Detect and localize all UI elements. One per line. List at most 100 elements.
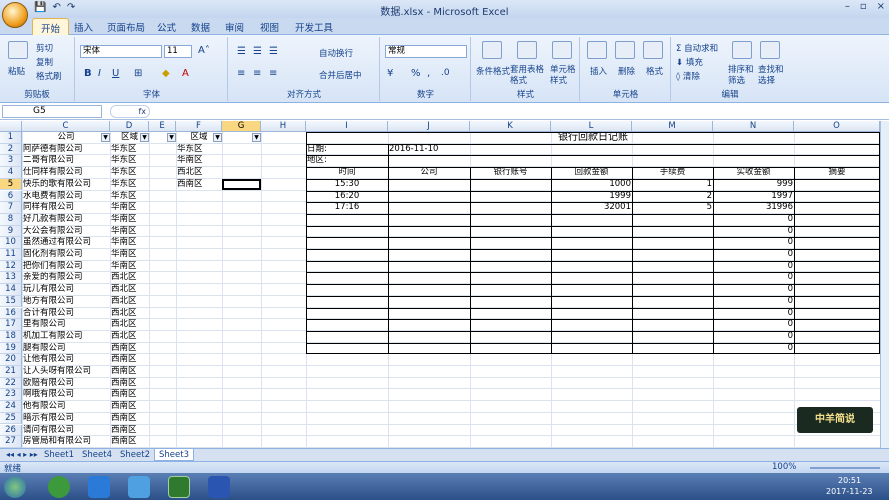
row-header-22[interactable]: 22	[0, 377, 22, 390]
cell[interactable]: 地方有限公司	[22, 296, 110, 308]
cell[interactable]: 大公会有限公司	[22, 226, 110, 238]
cell[interactable]: 西北区	[176, 167, 222, 179]
cell-style-button[interactable]: 单元格样式	[550, 65, 576, 87]
cell[interactable]: 阿萨德有限公司	[22, 144, 110, 156]
cell[interactable]: 欧赔有限公司	[22, 378, 110, 390]
column-header-g[interactable]: G	[222, 121, 261, 132]
row-header-18[interactable]: 18	[0, 330, 22, 343]
tab-developer[interactable]: 开发工具	[295, 20, 333, 34]
cell[interactable]: 西北区	[110, 272, 149, 284]
row-header-20[interactable]: 20	[0, 354, 22, 366]
cell[interactable]: 西北区	[110, 319, 149, 331]
tab-review[interactable]: 审阅	[225, 20, 244, 34]
italic-button[interactable]: I	[98, 68, 101, 79]
column-header-k[interactable]: K	[470, 121, 551, 132]
cell[interactable]: 二哥有限公司	[22, 155, 110, 167]
column-header-f[interactable]: F	[176, 121, 222, 132]
cell[interactable]: 水电费有限公司	[22, 191, 110, 203]
find-select-button[interactable]: 查找和选择	[758, 65, 786, 87]
word-taskbar-icon[interactable]	[208, 476, 230, 498]
table-format-icon[interactable]	[517, 41, 537, 59]
row-header-13[interactable]: 13	[0, 272, 22, 285]
copy-button[interactable]: 复制	[36, 56, 53, 68]
align-bottom-icon[interactable]: ☰	[269, 46, 278, 57]
cell[interactable]: 房管局和有限公司	[22, 436, 110, 448]
tab-layout[interactable]: 页面布局	[107, 20, 145, 34]
office-button[interactable]	[2, 2, 28, 28]
row-header-24[interactable]: 24	[0, 401, 22, 413]
row-header-8[interactable]: 8	[0, 213, 22, 226]
sheet-tab-3[interactable]: Sheet3	[154, 449, 194, 461]
cell[interactable]: 西北区	[110, 308, 149, 320]
insert-cells-icon[interactable]	[587, 41, 607, 59]
row-header-9[interactable]: 9	[0, 225, 22, 238]
cell[interactable]: 玩儿有限公司	[22, 284, 110, 296]
close-button[interactable]: ×	[877, 1, 885, 12]
column-header-l[interactable]: L	[551, 121, 632, 132]
border-icon[interactable]: ⊞	[134, 68, 142, 79]
conditional-format-icon[interactable]	[482, 41, 502, 59]
row-header-7[interactable]: 7	[0, 202, 22, 214]
row-header-19[interactable]: 19	[0, 342, 22, 355]
tab-insert[interactable]: 插入	[74, 20, 93, 34]
insert-function-button[interactable]: fx	[110, 105, 150, 118]
fill-button[interactable]: ⬇ 填充	[676, 56, 703, 68]
cell[interactable]: 华南区	[110, 214, 149, 226]
cell[interactable]: 西南区	[110, 425, 149, 437]
column-header-c[interactable]: C	[22, 121, 110, 132]
sort-filter-button[interactable]: 排序和筛选	[728, 65, 756, 87]
cell[interactable]: 西北区	[110, 284, 149, 296]
cell[interactable]: 好几款有限公司	[22, 214, 110, 226]
cell[interactable]: 华南区	[110, 249, 149, 261]
cell[interactable]: 亲爱的有限公司	[22, 272, 110, 284]
tab-view[interactable]: 视图	[260, 20, 279, 34]
row-header-26[interactable]: 26	[0, 424, 22, 437]
cell[interactable]: 里有限公司	[22, 319, 110, 331]
decimal-icon[interactable]: .0	[441, 68, 450, 78]
vertical-scrollbar[interactable]	[880, 121, 889, 448]
bold-button[interactable]: B	[84, 68, 92, 79]
cell[interactable]: 华东区	[110, 155, 149, 167]
cell[interactable]: 西南区	[110, 401, 149, 413]
zoom-slider[interactable]	[810, 467, 880, 469]
cell[interactable]: 华东区	[176, 144, 222, 156]
minimize-button[interactable]: –	[845, 1, 850, 12]
browser-icon[interactable]	[48, 476, 70, 498]
name-box[interactable]: G5	[2, 105, 102, 118]
cell[interactable]: 华南区	[110, 261, 149, 273]
cell[interactable]: 西南区	[110, 343, 149, 355]
cell[interactable]: 同样有限公司	[22, 202, 110, 214]
paste-icon[interactable]	[8, 41, 28, 59]
cell[interactable]: 西南区	[110, 389, 149, 401]
wrap-text-button[interactable]: 自动换行	[319, 47, 353, 59]
comma-icon[interactable]: ,	[427, 68, 430, 79]
cell[interactable]: 啊哦有限公司	[22, 389, 110, 401]
row-header-23[interactable]: 23	[0, 389, 22, 402]
cell[interactable]: 合计有限公司	[22, 308, 110, 320]
tab-home[interactable]: 开始	[32, 18, 70, 35]
column-header-h[interactable]: H	[261, 121, 306, 132]
formula-input[interactable]	[156, 105, 876, 118]
cut-button[interactable]: 剪切	[36, 42, 53, 54]
sheet-nav-icon[interactable]: ◂◂ ◂ ▸ ▸▸	[2, 449, 42, 461]
align-middle-icon[interactable]: ☰	[253, 46, 262, 57]
row-header-16[interactable]: 16	[0, 307, 22, 320]
cell[interactable]: 暗示有限公司	[22, 413, 110, 425]
align-top-icon[interactable]: ☰	[237, 46, 246, 57]
cell[interactable]: 请问有限公司	[22, 425, 110, 437]
row-header-12[interactable]: 12	[0, 260, 22, 273]
row-header-10[interactable]: 10	[0, 237, 22, 249]
row-header-6[interactable]: 6	[0, 190, 22, 203]
cell[interactable]: 公司	[22, 132, 110, 144]
cell[interactable]: 他有限公司	[22, 401, 110, 413]
cell[interactable]: 西南区	[110, 413, 149, 425]
column-header-j[interactable]: J	[388, 121, 470, 132]
cell[interactable]: 西南区	[110, 354, 149, 366]
cell[interactable]: 华东区	[110, 191, 149, 203]
insert-button[interactable]: 插入	[590, 65, 607, 77]
number-format-select[interactable]: 常规	[385, 45, 467, 58]
row-header-14[interactable]: 14	[0, 284, 22, 296]
start-button-icon[interactable]	[4, 476, 26, 498]
format-painter-button[interactable]: 格式刷	[36, 70, 62, 82]
tab-formulas[interactable]: 公式	[157, 20, 176, 34]
